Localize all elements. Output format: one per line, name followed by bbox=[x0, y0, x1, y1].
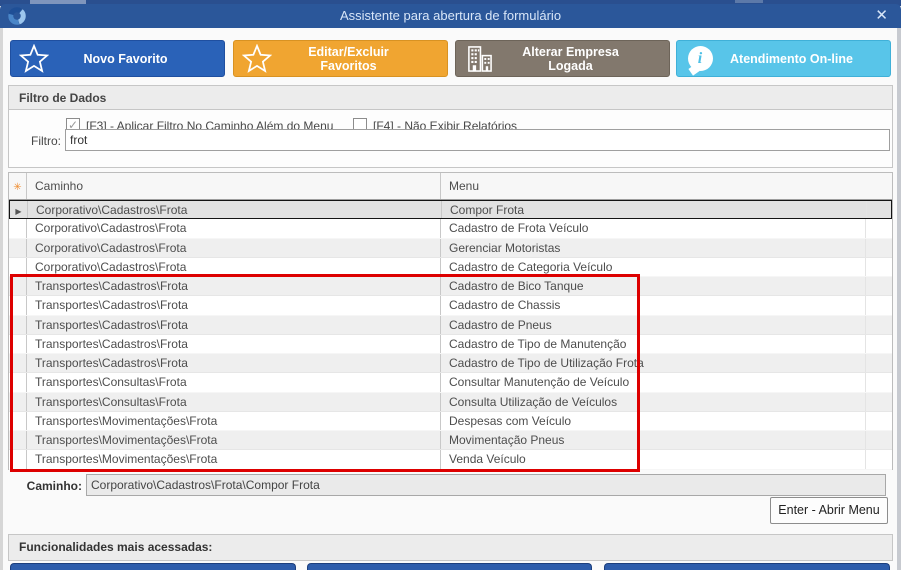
enter-abrir-menu-button[interactable]: Enter - Abrir Menu bbox=[770, 497, 888, 524]
caminho-cell: Transportes\Consultas\Frota bbox=[27, 392, 441, 411]
editar-excluir-favoritos-button[interactable]: Editar/Excluir Favoritos bbox=[233, 40, 448, 77]
row-indicator-icon: ▶ bbox=[15, 207, 22, 216]
dialog-title: Assistente para abertura de formulário bbox=[339, 8, 562, 23]
menu-cell: Consultar Manutenção de Veículo bbox=[441, 373, 866, 392]
table-row[interactable]: Corporativo\Cadastros\Frota Gerenciar Mo… bbox=[9, 238, 892, 258]
table-row[interactable]: Transportes\Movimentações\Frota Venda Ve… bbox=[9, 450, 892, 470]
menu-cell: Cadastro de Categoria Veículo bbox=[441, 257, 866, 277]
assistant-dialog: Assistente para abertura de formulário ✕… bbox=[0, 0, 901, 570]
novo-favorito-button[interactable]: Novo Favorito bbox=[10, 40, 225, 77]
column-header-caminho[interactable]: Caminho bbox=[27, 173, 441, 199]
menu-cell: Cadastro de Chassis bbox=[441, 296, 866, 315]
column-header-menu[interactable]: Menu bbox=[441, 173, 866, 199]
star-icon bbox=[234, 43, 280, 74]
table-row[interactable]: Transportes\Movimentações\Frota Despesas… bbox=[9, 411, 892, 432]
caminho-cell: Transportes\Cadastros\Frota bbox=[27, 277, 441, 296]
table-body: ▶ Corporativo\Cadastros\Frota Compor Fro… bbox=[9, 200, 892, 470]
filter-input[interactable] bbox=[65, 129, 890, 151]
caminho-cell: Corporativo\Cadastros\Frota bbox=[27, 219, 441, 238]
caminho-cell: Transportes\Movimentações\Frota bbox=[27, 431, 441, 450]
quick-access-button-1[interactable] bbox=[10, 563, 296, 570]
most-accessed-section-title: Funcionalidades mais acessadas: bbox=[8, 534, 893, 561]
caminho-cell: Transportes\Cadastros\Frota bbox=[27, 354, 441, 373]
button-label: Editar/Excluir Favoritos bbox=[308, 44, 389, 73]
table-row[interactable]: Transportes\Cadastros\Frota Cadastro de … bbox=[9, 296, 892, 316]
caminho-cell: Transportes\Cadastros\Frota bbox=[27, 296, 441, 315]
caminho-cell: Transportes\Cadastros\Frota bbox=[27, 334, 441, 354]
table-header-row: ✳ Caminho Menu bbox=[9, 173, 892, 200]
caminho-cell: Transportes\Movimentações\Frota bbox=[27, 411, 441, 431]
alterar-empresa-logada-button[interactable]: Alterar Empresa Logada bbox=[455, 40, 670, 77]
background-window-fragment bbox=[735, 0, 763, 3]
filter-section-title: Filtro de Dados bbox=[9, 86, 892, 110]
table-row[interactable]: Transportes\Consultas\Frota Consultar Ma… bbox=[9, 373, 892, 393]
caminho-cell: Transportes\Consultas\Frota bbox=[27, 373, 441, 392]
filter-section: Filtro de Dados ✓ [F3] - Aplicar Filtro … bbox=[8, 85, 893, 168]
caminho-cell: Corporativo\Cadastros\Frota bbox=[28, 201, 442, 219]
atendimento-online-button[interactable]: i Atendimento On-line bbox=[676, 40, 891, 77]
table-row[interactable]: Transportes\Cadastros\Frota Cadastro de … bbox=[9, 277, 892, 297]
table-row[interactable]: Corporativo\Cadastros\Frota Cadastro de … bbox=[9, 257, 892, 278]
button-label: Alterar Empresa Logada bbox=[522, 44, 619, 73]
asterisk-icon: ✳ bbox=[13, 182, 22, 193]
menu-cell: Venda Veículo bbox=[441, 450, 866, 469]
quick-access-button-3[interactable] bbox=[604, 563, 890, 570]
menu-cell: Compor Frota bbox=[442, 201, 867, 219]
close-icon[interactable]: ✕ bbox=[875, 4, 888, 28]
button-label: Atendimento On-line bbox=[730, 51, 853, 66]
table-row[interactable]: Transportes\Movimentações\Frota Moviment… bbox=[9, 431, 892, 451]
caminho-cell: Corporativo\Cadastros\Frota bbox=[27, 238, 441, 257]
table-row[interactable]: Corporativo\Cadastros\Frota Cadastro de … bbox=[9, 219, 892, 239]
menu-cell: Cadastro de Tipo de Utilização Frota bbox=[441, 354, 866, 373]
menu-cell: Cadastro de Bico Tanque bbox=[441, 277, 866, 296]
menu-results-table: ✳ Caminho Menu ▶ Corporativo\Cadastros\F… bbox=[8, 172, 893, 470]
indicator-column-header: ✳ bbox=[9, 173, 27, 199]
caminho-cell: Transportes\Movimentações\Frota bbox=[27, 450, 441, 469]
filter-input-label: Filtro: bbox=[31, 134, 61, 148]
selected-path-field bbox=[86, 474, 886, 496]
star-icon bbox=[11, 43, 57, 74]
menu-cell: Movimentação Pneus bbox=[441, 431, 866, 450]
quick-access-button-2[interactable] bbox=[307, 563, 592, 570]
table-row[interactable]: Transportes\Cadastros\Frota Cadastro de … bbox=[9, 334, 892, 355]
menu-cell: Despesas com Veículo bbox=[441, 411, 866, 431]
table-row[interactable]: Transportes\Consultas\Frota Consulta Uti… bbox=[9, 392, 892, 412]
menu-cell: Gerenciar Motoristas bbox=[441, 238, 866, 257]
table-row[interactable]: Transportes\Cadastros\Frota Cadastro de … bbox=[9, 354, 892, 374]
button-label: Novo Favorito bbox=[83, 51, 168, 66]
menu-cell: Consulta Utilização de Veículos bbox=[441, 392, 866, 411]
caminho-cell: Corporativo\Cadastros\Frota bbox=[27, 257, 441, 277]
buildings-icon bbox=[456, 45, 502, 72]
caminho-cell: Transportes\Cadastros\Frota bbox=[27, 315, 441, 334]
dialog-titlebar: Assistente para abertura de formulário ✕ bbox=[0, 4, 901, 28]
table-row[interactable]: ▶ Corporativo\Cadastros\Frota Compor Fro… bbox=[9, 200, 892, 220]
path-label: Caminho: bbox=[26, 479, 82, 493]
table-row[interactable]: Transportes\Cadastros\Frota Cadastro de … bbox=[9, 315, 892, 335]
menu-cell: Cadastro de Pneus bbox=[441, 315, 866, 334]
menu-cell: Cadastro de Tipo de Manutenção bbox=[441, 334, 866, 354]
menu-cell: Cadastro de Frota Veículo bbox=[441, 219, 866, 238]
info-icon: i bbox=[677, 46, 723, 71]
